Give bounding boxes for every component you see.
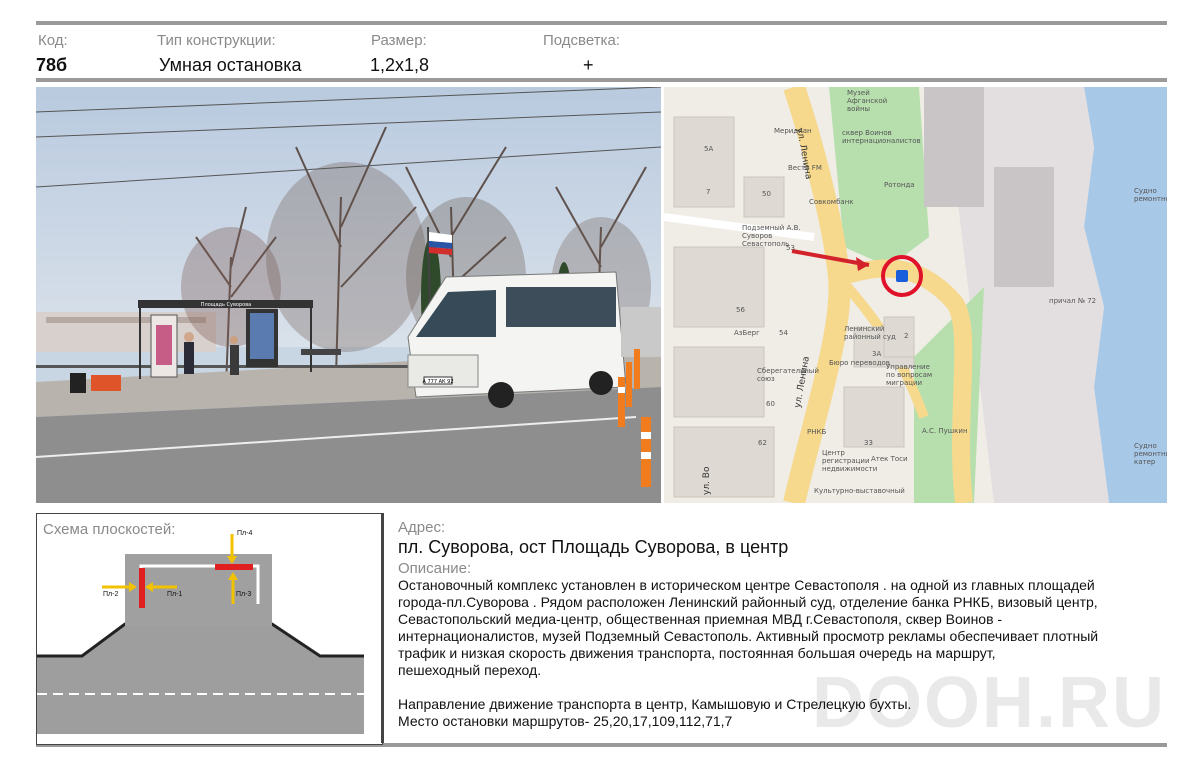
size-label: Размер: — [371, 32, 427, 49]
map-label-migration: Управление по вопросам миграции — [886, 363, 933, 387]
map-label-sea-2: Судно ремонтный катер — [1134, 442, 1167, 466]
map-label-60: 60 — [766, 400, 775, 408]
code-label: Код: — [38, 32, 68, 49]
map-label-vo: ул. Во — [702, 466, 712, 495]
description-line: Севастопольский медиа-центр, общественна… — [398, 611, 1003, 627]
map-label-bank: Сберегательный союз — [757, 367, 819, 383]
map-label-park: сквер Воинов интернационалистов — [842, 129, 921, 145]
map-label-vesti: Вести FM — [788, 164, 822, 172]
shelter-sign: Площадь Суворова — [201, 302, 251, 308]
label-pl3: Пл-3 — [236, 591, 252, 598]
map-label-3a: 3А — [872, 350, 882, 358]
map-label-atek: Атек Тоси — [871, 455, 908, 463]
address-label: Адрес: — [398, 519, 446, 536]
description-line: Остановочный комплекс установлен в истор… — [398, 577, 1095, 593]
description-line: интернационалистов, музей Подземный Сева… — [398, 628, 1099, 644]
label-pl2: Пл-2 — [103, 591, 119, 598]
description-label: Описание: — [398, 560, 472, 577]
bus-plate: А 777 АК 92 — [422, 379, 453, 385]
info-panel: Адрес: пл. Суворова, ост Площадь Суворов… — [398, 519, 1158, 730]
map-label-56: 56 — [736, 306, 745, 314]
label-pl1: Пл-1 — [167, 591, 183, 598]
map-label-meridian: Меридиан — [774, 127, 812, 135]
map-label-court: Ленинский районный суд — [844, 325, 896, 341]
map-label-sovcom: Совкомбанк — [809, 198, 854, 206]
map-label-center: Центр регистрации недвижимости — [822, 449, 878, 473]
map-label-53: 53 — [786, 244, 795, 252]
map-label-azburg: АзБерг — [734, 329, 760, 337]
map-label-sea: Судно ремонтное — [1134, 187, 1167, 203]
scheme-diagram — [37, 534, 364, 734]
description-text: Остановочный комплекс установлен в истор… — [398, 577, 1158, 730]
routes-text: Место остановки маршрутов- 25,20,17,109,… — [398, 713, 733, 729]
label-pl4: Пл-4 — [237, 530, 253, 537]
code-value: 78б — [36, 55, 68, 75]
top-rule — [36, 21, 1167, 25]
panel-divider — [381, 513, 384, 743]
map-label-translators: Бюро переводов — [829, 359, 890, 367]
address-value: пл. Суворова, ост Площадь Суворова, в це… — [398, 537, 789, 557]
map-label-pier: причал № 72 — [1049, 297, 1097, 305]
map-label-rnkb: РНКБ — [807, 428, 827, 436]
map-label-5a: 5А — [704, 145, 714, 153]
map-label-33: 33 — [864, 439, 873, 447]
planes-scheme: Схема плоскостей: Пл-4 Пл-2 Пл-1 Пл-3 — [36, 513, 383, 745]
location-photo: Площадь Суворова А 777 АК 92 — [36, 87, 661, 503]
description-line: города-пл.Суворова . Рядом расположен Ле… — [398, 594, 1098, 610]
type-value: Умная остановка — [159, 55, 302, 75]
direction-text: Направление движение транспорта в центр,… — [398, 696, 912, 712]
light-value: + — [583, 55, 594, 75]
description-line: пешеходный переход. — [398, 662, 542, 678]
map-label-pushkin: А.С. Пушкин — [922, 427, 968, 435]
type-label: Тип конструкции: — [157, 32, 276, 49]
location-map: Музей Афганской войны Меридиан ул. Ленин… — [664, 87, 1167, 503]
light-label: Подсветка: — [543, 32, 620, 49]
map-label-7: 7 — [706, 188, 711, 196]
map-label-museum: Музей Афганской войны — [847, 89, 888, 113]
map-label-54: 54 — [779, 329, 788, 337]
map-label-rotunda: Ротонда — [884, 181, 915, 189]
map-label-culture: Культурно-выставочный — [814, 487, 905, 495]
size-value: 1,2х1,8 — [370, 55, 430, 75]
map-label-50: 50 — [762, 190, 771, 198]
map-graphic — [664, 87, 1167, 503]
map-label-62: 62 — [758, 439, 767, 447]
photo-scene: Площадь Суворова А 777 АК 92 — [36, 87, 661, 503]
map-label-2: 2 — [904, 332, 909, 340]
header-rule — [36, 78, 1167, 82]
description-line: трафик и низкая скорость движения трансп… — [398, 645, 996, 661]
